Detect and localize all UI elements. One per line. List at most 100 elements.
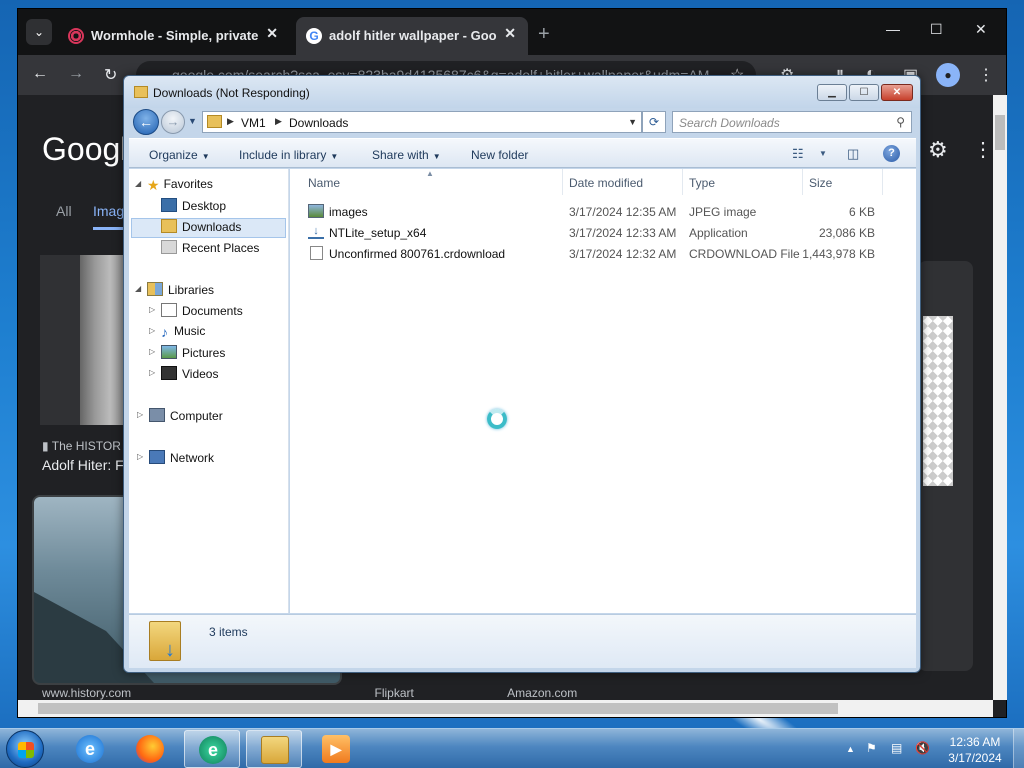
collapse-arrow-icon[interactable]: ◢ bbox=[135, 284, 141, 293]
maximize-button[interactable]: ☐ bbox=[849, 84, 879, 101]
firefox-icon: f bbox=[136, 735, 164, 763]
column-header-date[interactable]: Date modified bbox=[563, 169, 683, 195]
nav-music[interactable]: ▷ ♪ Music bbox=[149, 324, 205, 344]
address-row: ← → ▼ ▶ VM1 ▶ Downloads ▼ ⟳ Search Downl… bbox=[130, 108, 916, 136]
scrollbar-thumb[interactable] bbox=[38, 703, 838, 714]
nav-videos[interactable]: ▷ Videos bbox=[149, 366, 219, 386]
forward-arrow-icon[interactable]: → bbox=[68, 65, 84, 83]
expand-arrow-icon[interactable]: ▷ bbox=[137, 452, 143, 461]
view-options-icon[interactable]: ☷ bbox=[792, 146, 804, 162]
folder-icon bbox=[207, 115, 222, 128]
taskbar-edge[interactable]: e bbox=[184, 730, 240, 768]
nav-desktop[interactable]: Desktop bbox=[161, 198, 226, 218]
breadcrumb-vm1[interactable]: VM1 bbox=[241, 116, 266, 130]
column-header-type[interactable]: Type bbox=[683, 169, 803, 195]
nav-documents[interactable]: ▷ Documents bbox=[149, 303, 243, 323]
horizontal-scrollbar[interactable] bbox=[18, 700, 993, 717]
refresh-icon[interactable]: ⟳ bbox=[642, 111, 666, 133]
explorer-titlebar[interactable]: Downloads (Not Responding) ▁ ☐ ✕ bbox=[124, 76, 920, 108]
menu-kebab-icon[interactable]: ⋮ bbox=[978, 65, 994, 85]
preview-pane-icon[interactable]: ◫ bbox=[847, 146, 859, 162]
breadcrumb-downloads[interactable]: Downloads bbox=[289, 116, 348, 130]
file-date: 3/17/2024 12:35 AM bbox=[569, 205, 677, 219]
column-header-size[interactable]: Size bbox=[803, 169, 883, 195]
collapse-arrow-icon[interactable]: ◢ bbox=[135, 179, 141, 188]
new-tab-button[interactable]: + bbox=[538, 23, 550, 46]
expand-arrow-icon[interactable]: ▷ bbox=[149, 305, 155, 314]
reload-icon[interactable]: ↻ bbox=[104, 65, 117, 85]
expand-arrow-icon[interactable]: ▷ bbox=[149, 347, 155, 356]
search-icon[interactable]: ⚲ bbox=[896, 115, 905, 129]
source-link[interactable]: www.history.com bbox=[42, 686, 131, 700]
share-with-button[interactable]: Share with ▼ bbox=[372, 148, 441, 162]
action-center-flag-icon[interactable]: ⚑ bbox=[866, 741, 877, 755]
expand-arrow-icon[interactable]: ▷ bbox=[149, 326, 155, 335]
system-clock[interactable]: 12:36 AM 3/17/2024 bbox=[940, 734, 1010, 766]
close-icon[interactable]: ✕ bbox=[975, 21, 987, 38]
expand-arrow-icon[interactable]: ▷ bbox=[149, 368, 155, 377]
taskbar-explorer[interactable] bbox=[246, 730, 302, 768]
tab-images[interactable]: Imag bbox=[93, 203, 125, 230]
network-icon[interactable]: ▤ bbox=[891, 741, 902, 755]
maximize-icon[interactable]: ☐ bbox=[930, 21, 943, 38]
file-list-pane[interactable]: Name ▲ Date modified Type Size images 3/… bbox=[290, 169, 916, 613]
taskbar-firefox[interactable]: f bbox=[122, 730, 178, 768]
nav-favorites[interactable]: ◢ ★ Favorites bbox=[135, 177, 213, 197]
vertical-scrollbar[interactable] bbox=[993, 95, 1007, 700]
organize-button[interactable]: Organize ▼ bbox=[149, 148, 210, 162]
google-logo[interactable]: Googl bbox=[42, 131, 127, 168]
nav-computer[interactable]: ▷ Computer bbox=[137, 408, 223, 428]
tab-all[interactable]: All bbox=[56, 203, 72, 219]
tab-close-icon[interactable]: ✕ bbox=[504, 25, 516, 42]
close-button[interactable]: ✕ bbox=[881, 84, 913, 101]
forward-arrow-icon[interactable]: → bbox=[161, 110, 185, 134]
volume-muted-icon[interactable]: 🔇 bbox=[915, 741, 930, 755]
expand-arrow-icon[interactable]: ▷ bbox=[137, 410, 143, 419]
chevron-down-icon[interactable]: ▼ bbox=[819, 149, 827, 158]
taskbar-media-player[interactable]: ▶ bbox=[308, 730, 364, 768]
address-breadcrumb[interactable]: ▶ VM1 ▶ Downloads ▼ bbox=[202, 111, 642, 133]
address-dropdown-icon[interactable]: ▼ bbox=[628, 117, 637, 127]
nav-downloads[interactable]: Downloads bbox=[131, 218, 286, 238]
history-dropdown-icon[interactable]: ▼ bbox=[188, 116, 197, 126]
tray-expand-icon[interactable]: ▲ bbox=[846, 744, 855, 754]
scrollbar-thumb[interactable] bbox=[995, 115, 1005, 150]
file-row[interactable]: images 3/17/2024 12:35 AM JPEG image 6 K… bbox=[290, 201, 890, 222]
minimize-button[interactable]: ▁ bbox=[817, 84, 847, 101]
breadcrumb-chevron-icon[interactable]: ▶ bbox=[227, 116, 234, 127]
nav-libraries[interactable]: ◢ Libraries bbox=[135, 282, 214, 302]
new-folder-button[interactable]: New folder bbox=[471, 148, 528, 162]
help-icon[interactable]: ? bbox=[883, 145, 900, 162]
search-input[interactable]: Search Downloads ⚲ bbox=[672, 111, 912, 133]
chrome-tab-wormhole[interactable]: Wormhole - Simple, private file ✕ bbox=[58, 17, 290, 55]
explorer-window[interactable]: Downloads (Not Responding) ▁ ☐ ✕ ← → ▼ ▶… bbox=[123, 75, 921, 673]
profile-avatar-icon[interactable]: ● bbox=[936, 63, 960, 87]
image-result-thumbnail[interactable] bbox=[40, 255, 130, 425]
source-link[interactable]: Flipkart bbox=[374, 686, 413, 700]
include-in-library-button[interactable]: Include in library ▼ bbox=[239, 148, 338, 162]
apps-grid-icon[interactable]: ⋮ bbox=[973, 137, 993, 162]
minimize-icon[interactable]: — bbox=[886, 21, 900, 37]
file-size: 6 KB bbox=[848, 205, 875, 219]
settings-gear-icon[interactable]: ⚙ bbox=[928, 137, 948, 163]
result-title[interactable]: Adolf Hiter: F bbox=[42, 457, 124, 473]
back-arrow-icon[interactable]: ← bbox=[32, 65, 48, 83]
nav-pictures[interactable]: ▷ Pictures bbox=[149, 345, 225, 365]
libraries-icon bbox=[147, 282, 163, 296]
source-link[interactable]: Amazon.com bbox=[507, 686, 577, 700]
nav-label: Videos bbox=[182, 367, 219, 381]
start-button[interactable] bbox=[6, 730, 44, 768]
tab-search-button[interactable]: ⌄ bbox=[26, 19, 52, 45]
back-arrow-icon[interactable]: ← bbox=[133, 109, 159, 135]
chrome-tab-google[interactable]: G adolf hitler wallpaper - Google ✕ bbox=[296, 17, 528, 55]
nav-network[interactable]: ▷ Network bbox=[137, 450, 214, 470]
image-preview-panel[interactable] bbox=[918, 261, 973, 671]
taskbar-internet-explorer[interactable]: e bbox=[62, 730, 118, 768]
breadcrumb-chevron-icon[interactable]: ▶ bbox=[275, 116, 282, 127]
file-row[interactable]: ↓ NTLite_setup_x64 3/17/2024 12:33 AM Ap… bbox=[290, 222, 890, 243]
tab-close-icon[interactable]: ✕ bbox=[266, 25, 278, 42]
file-row[interactable]: Unconfirmed 800761.crdownload 3/17/2024 … bbox=[290, 243, 890, 264]
show-desktop-button[interactable] bbox=[1013, 729, 1024, 768]
nav-recent-places[interactable]: Recent Places bbox=[161, 240, 259, 260]
tab-title: Wormhole - Simple, private file bbox=[91, 28, 259, 43]
